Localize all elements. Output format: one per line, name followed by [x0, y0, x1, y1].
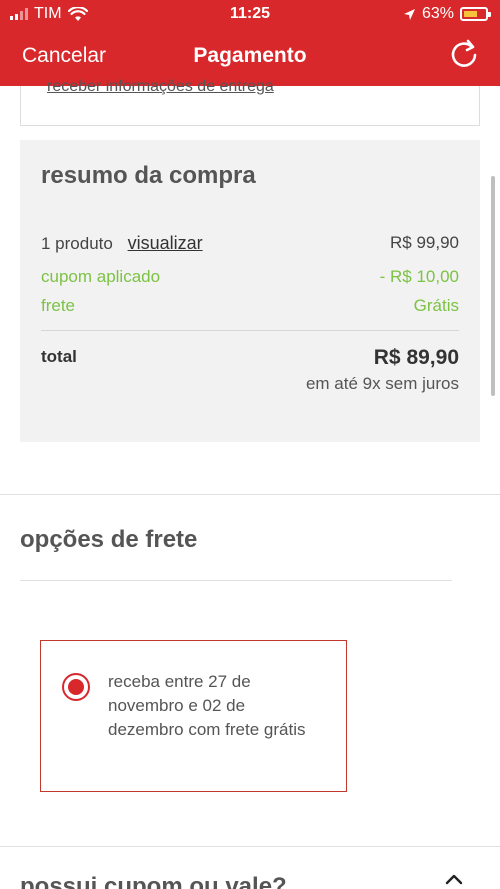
chevron-up-icon[interactable] — [444, 871, 464, 887]
summary-divider — [41, 330, 459, 331]
delivery-info-link[interactable]: receber informações de entrega — [47, 78, 274, 96]
location-arrow-icon — [403, 8, 415, 20]
shipping-label: frete — [41, 296, 76, 315]
summary-title: resumo da compra — [41, 162, 256, 189]
shipping-option-radio[interactable] — [62, 673, 90, 701]
view-products-link[interactable]: visualizar — [128, 233, 203, 253]
app-header: TIM 11:25 63% Cancelar Pagamento — [0, 0, 500, 86]
status-right: 63% — [403, 5, 491, 23]
product-count-label: 1 produto visualizar — [41, 233, 203, 254]
total-label: total — [41, 347, 77, 366]
status-bar: TIM 11:25 63% — [0, 0, 500, 28]
radio-selected-dot — [68, 679, 84, 695]
page-title: Pagamento — [193, 44, 307, 67]
coupon-value: - R$ 10,00 — [379, 267, 459, 286]
shipping-options-title: opções de frete — [20, 526, 198, 553]
section-divider-2 — [0, 846, 500, 847]
section-divider — [0, 494, 500, 495]
product-value: R$ 99,90 — [390, 233, 459, 252]
refresh-icon[interactable] — [448, 38, 480, 70]
battery-icon — [460, 7, 491, 21]
purchase-summary-panel: resumo da compra 1 produto visualizar R$… — [20, 140, 480, 442]
total-value: R$ 89,90 — [373, 346, 459, 369]
installments-text: em até 9x sem juros — [305, 374, 459, 393]
scrollbar[interactable] — [491, 176, 495, 396]
shipping-option-card[interactable]: receba entre 27 de novembro e 02 de deze… — [40, 640, 347, 792]
coupon-section-title[interactable]: possui cupom ou vale? — [20, 873, 287, 889]
battery-percent: 63% — [421, 5, 454, 22]
coupon-label: cupom aplicado — [41, 267, 161, 286]
product-label: 1 produto — [41, 234, 113, 253]
delivery-info-card: receber informações de entrega — [20, 78, 480, 126]
shipping-value: Grátis — [413, 296, 459, 315]
shipping-option-text: receba entre 27 de novembro e 02 de deze… — [108, 672, 306, 739]
battery-fill — [464, 11, 477, 17]
shipping-title-divider — [20, 580, 452, 581]
